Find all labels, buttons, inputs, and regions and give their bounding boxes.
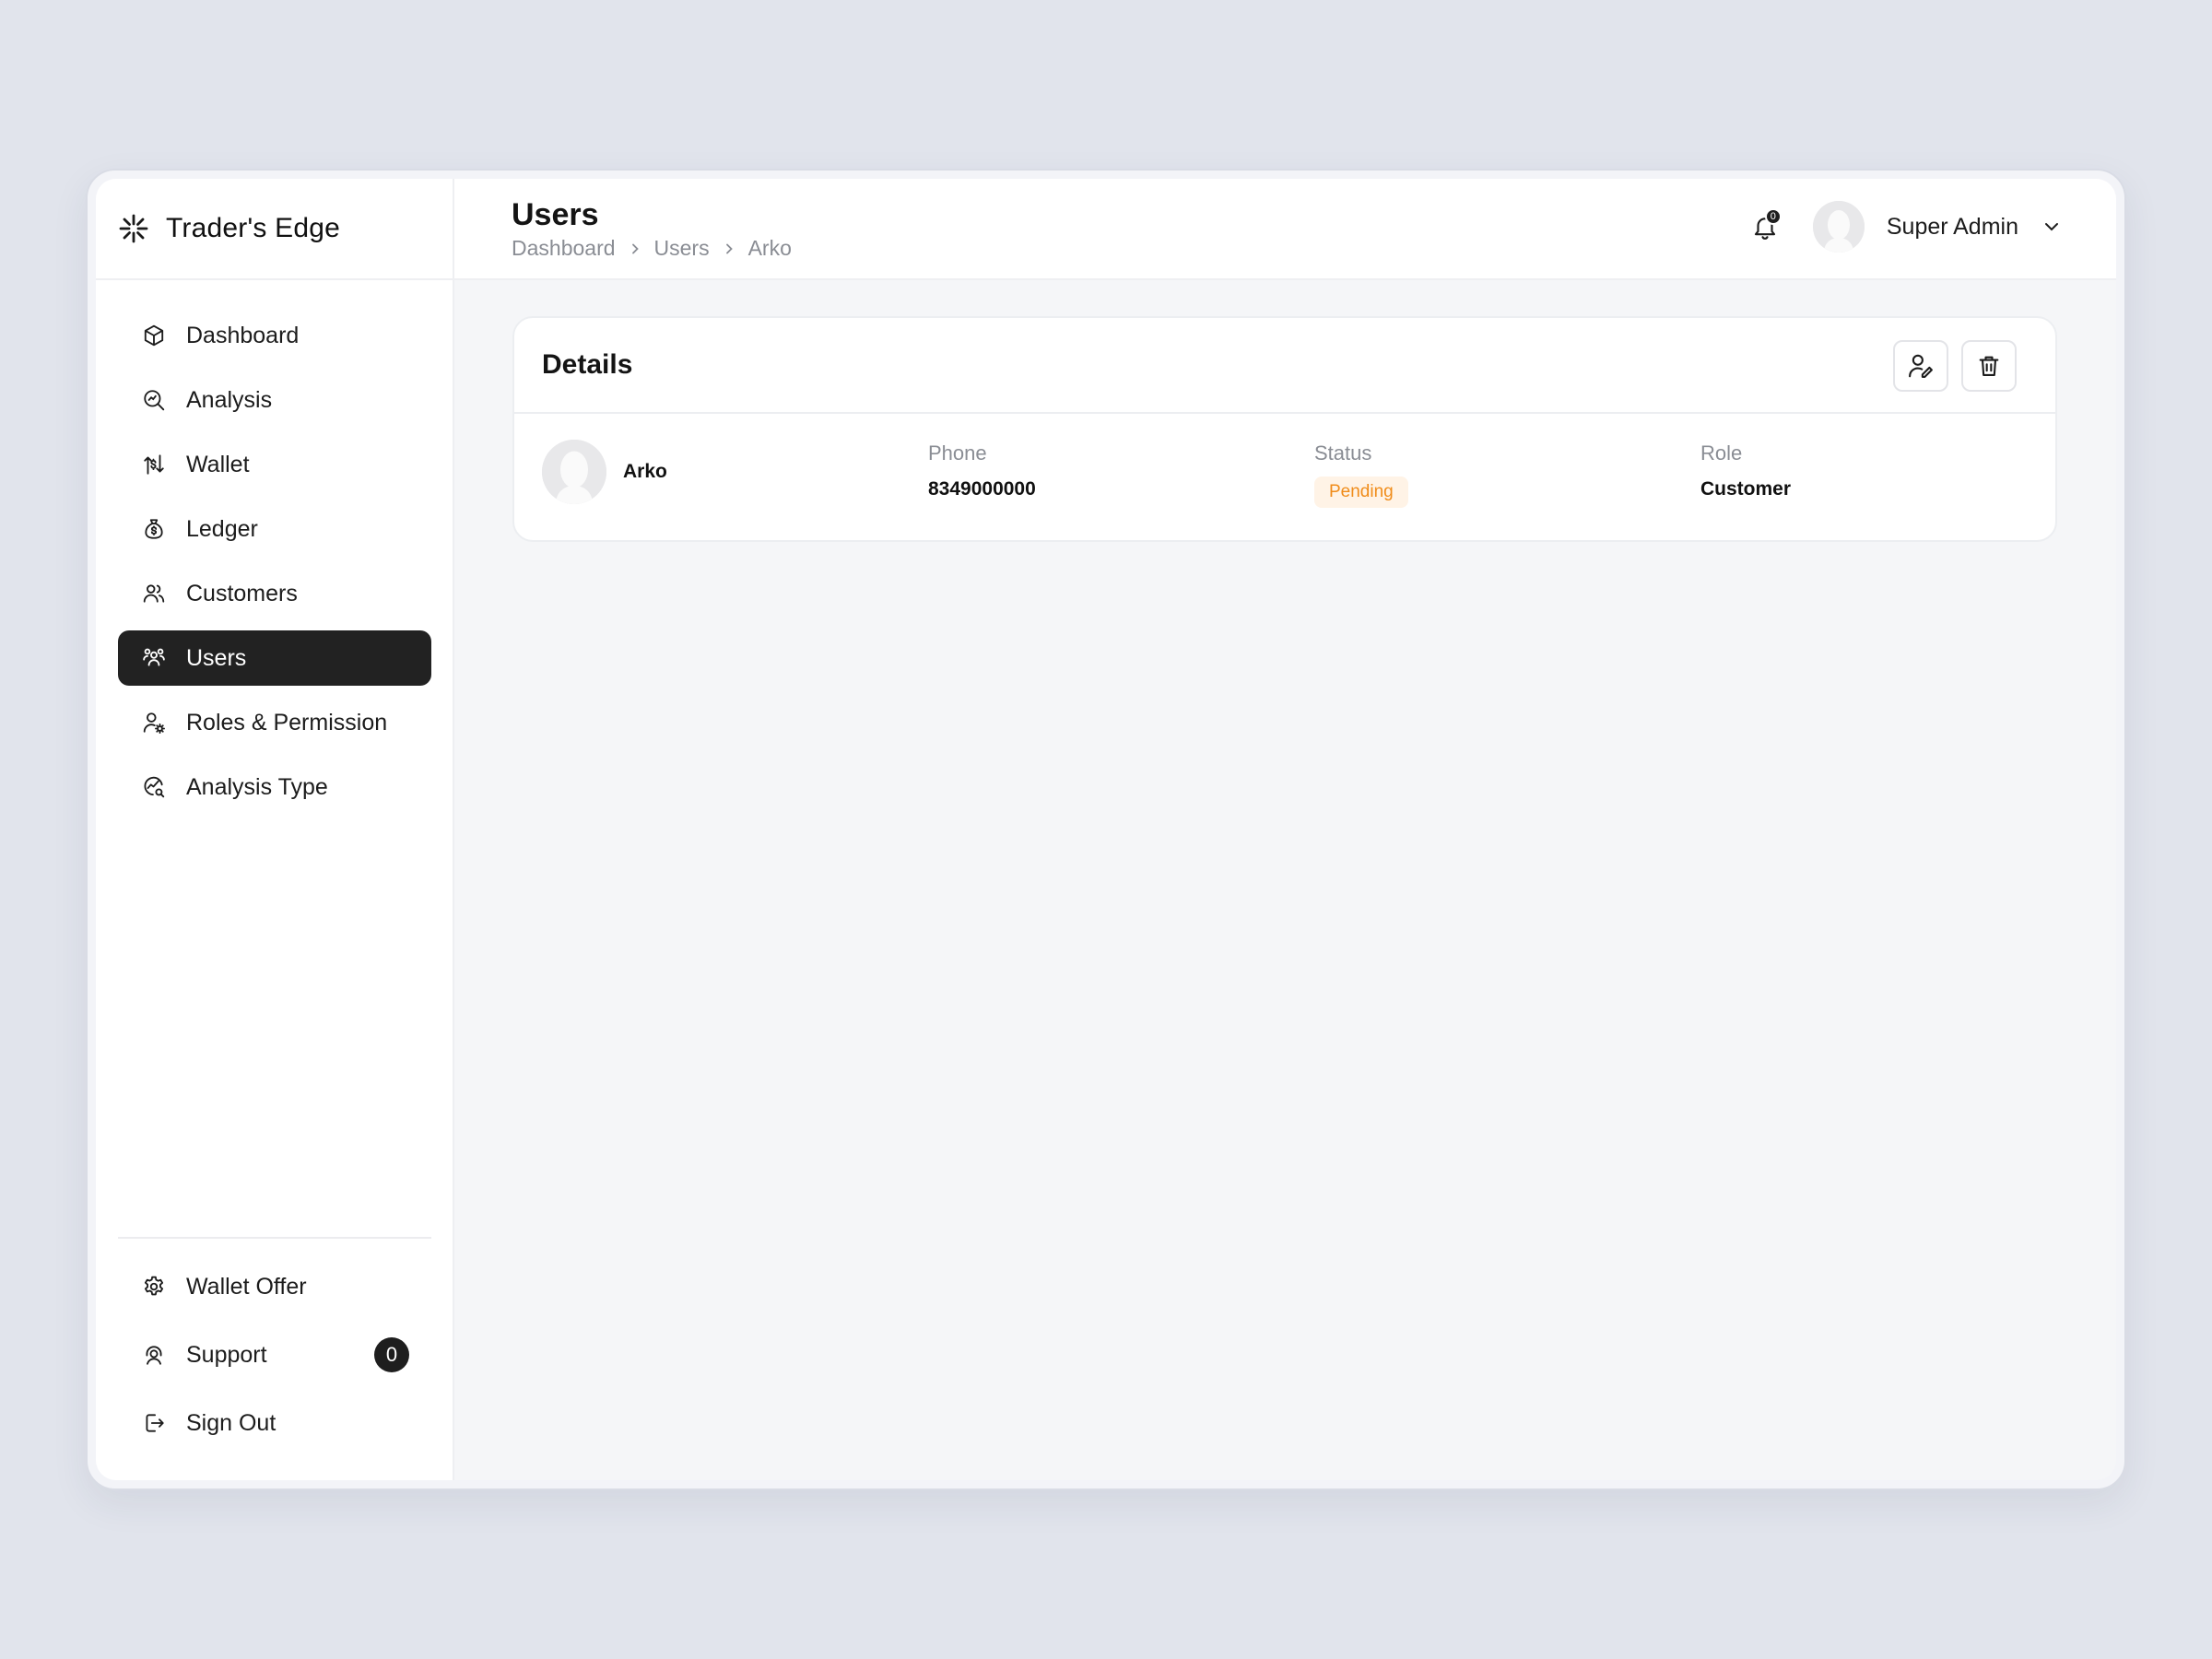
customers-icon	[140, 580, 168, 607]
sidebar-item-label: Wallet	[186, 451, 250, 477]
sidebar-item-label: Sign Out	[186, 1409, 276, 1436]
breadcrumb-dashboard[interactable]: Dashboard	[512, 236, 616, 261]
sidebar-item-label: Users	[186, 644, 247, 671]
sidebar-item-analysis[interactable]: Analysis	[118, 372, 431, 428]
trash-icon	[1976, 353, 2002, 379]
phone-value: 8349000000	[928, 478, 1036, 500]
details-actions	[1880, 340, 2017, 392]
top-bar: Users Dashboard Users Arko 0 Super Admin	[454, 179, 2116, 280]
page-title: Users	[512, 197, 599, 232]
sidebar: Trader's Edge Dashboard Analysis Wallet	[96, 179, 454, 1480]
sidebar-item-label: Analysis	[186, 386, 273, 413]
sidebar-item-label: Wallet Offer	[186, 1273, 307, 1300]
phone-field: Phone 8349000000	[928, 441, 1036, 500]
gear-icon	[140, 1273, 168, 1300]
sign-out-icon	[140, 1409, 168, 1437]
sidebar-nav: Dashboard Analysis Wallet Ledger Custome…	[118, 308, 431, 824]
details-card-header: Details	[514, 318, 2055, 414]
sparkle-logo-icon	[118, 213, 149, 244]
breadcrumb: Dashboard Users Arko	[512, 236, 792, 261]
role-label: Role	[1700, 441, 1743, 465]
sidebar-item-label: Roles & Permission	[186, 709, 388, 735]
sidebar-item-ledger[interactable]: Ledger	[118, 501, 431, 557]
money-bag-icon	[140, 515, 168, 543]
status-badge: Pending	[1314, 477, 1408, 508]
edit-user-button[interactable]	[1893, 340, 1948, 392]
support-count-badge: 0	[374, 1337, 409, 1372]
user-menu[interactable]: Super Admin	[1812, 201, 2061, 253]
sidebar-item-wallet-offer[interactable]: Wallet Offer	[118, 1259, 431, 1314]
user-name-value: Arko	[623, 461, 667, 482]
role-value: Customer	[1700, 478, 1792, 500]
status-field: Status Pending	[1314, 441, 1408, 508]
status-label: Status	[1314, 441, 1372, 465]
user-settings-icon	[140, 709, 168, 736]
cube-icon	[140, 322, 168, 349]
sidebar-item-label: Customers	[186, 580, 298, 606]
avatar	[542, 440, 606, 504]
user-edit-icon	[1907, 352, 1935, 380]
sidebar-item-wallet[interactable]: Wallet	[118, 437, 431, 492]
users-group-icon	[140, 644, 168, 672]
chevron-right-icon	[629, 242, 641, 255]
role-field: Role Customer	[1700, 441, 1791, 500]
chart-search-icon	[140, 773, 168, 801]
analysis-search-icon	[140, 386, 168, 414]
sidebar-item-analysis-type[interactable]: Analysis Type	[118, 759, 431, 815]
sidebar-item-label: Support	[186, 1341, 267, 1368]
sidebar-bottom-nav: Wallet Offer Support 0 Sign Out	[118, 1259, 431, 1464]
sidebar-item-label: Dashboard	[186, 322, 300, 348]
sidebar-item-customers[interactable]: Customers	[118, 566, 431, 621]
app-name: Trader's Edge	[166, 213, 340, 243]
sidebar-item-sign-out[interactable]: Sign Out	[118, 1395, 431, 1451]
sidebar-item-users[interactable]: Users	[118, 630, 431, 686]
sidebar-item-dashboard[interactable]: Dashboard	[118, 308, 431, 363]
avatar	[1812, 201, 1865, 253]
user-name: Super Admin	[1886, 213, 2018, 240]
support-icon	[140, 1341, 168, 1369]
sidebar-item-label: Ledger	[186, 515, 258, 542]
breadcrumb-users[interactable]: Users	[654, 236, 710, 261]
delete-user-button[interactable]	[1961, 340, 2017, 392]
wallet-transfer-icon	[140, 451, 168, 478]
sidebar-item-label: Analysis Type	[186, 773, 328, 800]
notification-badge: 0	[1764, 208, 1782, 225]
sidebar-item-support[interactable]: Support 0	[118, 1327, 431, 1382]
chevron-down-icon	[2042, 218, 2061, 236]
details-title: Details	[542, 349, 633, 380]
phone-label: Phone	[928, 441, 987, 465]
app-window: Trader's Edge Dashboard Analysis Wallet	[96, 179, 2116, 1480]
sidebar-divider	[118, 1237, 431, 1239]
sidebar-item-roles-permission[interactable]: Roles & Permission	[118, 695, 431, 750]
chevron-right-icon	[723, 242, 735, 255]
user-profile: Arko	[542, 440, 667, 504]
breadcrumb-current: Arko	[747, 236, 792, 260]
details-card: Details Arko Phone 8349000000 Status Pen…	[512, 316, 2057, 542]
header-actions: 0 Super Admin	[1747, 199, 2061, 254]
details-card-body: Arko Phone 8349000000 Status Pending Rol…	[514, 414, 2055, 540]
brand: Trader's Edge	[96, 179, 454, 280]
notification-button[interactable]: 0	[1747, 208, 1783, 245]
